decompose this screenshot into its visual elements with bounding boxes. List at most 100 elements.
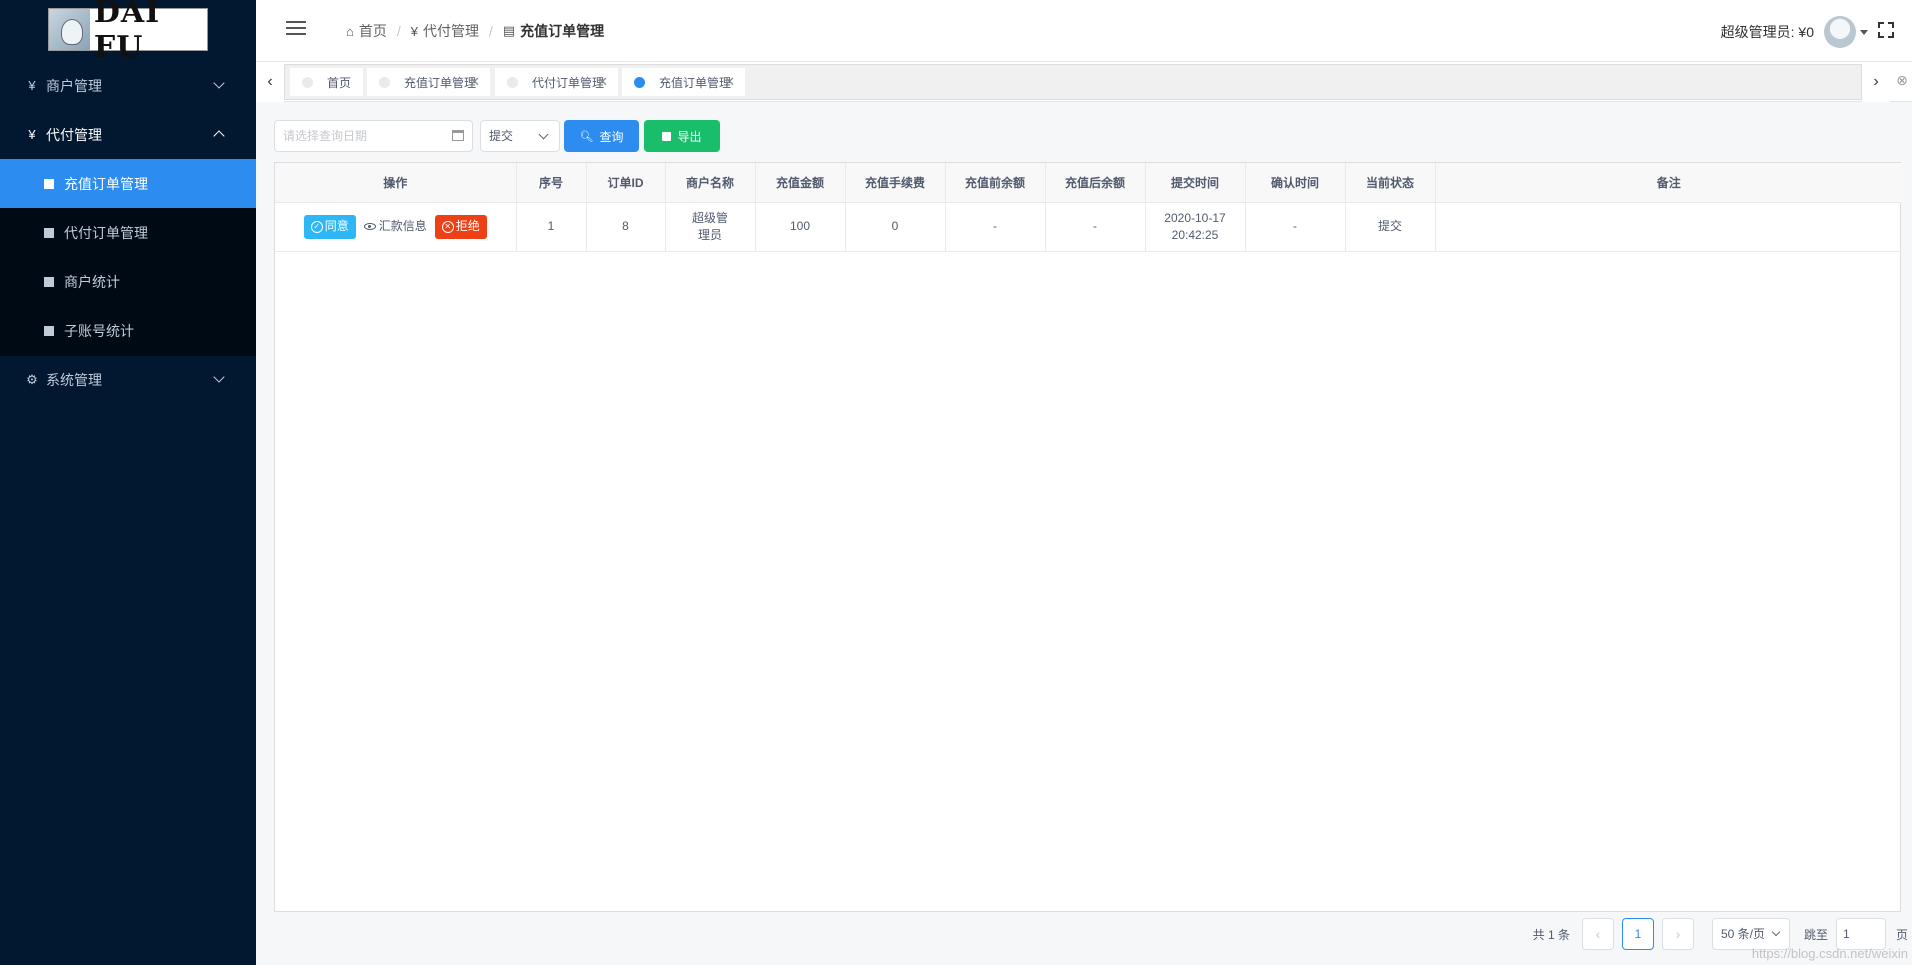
close-icon[interactable]: ✕: [469, 74, 480, 90]
tab-label: 充值订单管理: [404, 75, 477, 90]
column-header: 提交时间: [1145, 163, 1246, 203]
yen-icon: ¥: [28, 127, 36, 142]
cell-submit-time: 2020-10-17 20:42:25: [1145, 202, 1246, 252]
column-header: 充值后余额: [1045, 163, 1146, 203]
cell-confirm-time: -: [1245, 202, 1346, 252]
cell-amount: 100: [755, 202, 846, 252]
logo-text: DAI FU: [93, 0, 161, 65]
sidebar-item-label: 充值订单管理: [64, 175, 148, 192]
menu-label: 代付管理: [46, 126, 102, 143]
column-header: 商户名称: [665, 163, 756, 203]
yen-icon: ¥: [410, 23, 418, 39]
doc-icon: [44, 276, 54, 287]
approve-button[interactable]: ✓ 同意: [303, 214, 356, 239]
sidebar: DAI FU ¥ 商户管理 ¥ 代付管理 充值订单管理 代付订单管理 商户统计 …: [0, 0, 256, 965]
breadcrumb-separator: /: [488, 23, 493, 39]
home-icon: ⌂: [346, 23, 354, 39]
doc-icon: [44, 178, 54, 189]
page-number[interactable]: 1: [1621, 918, 1654, 950]
export-label: 导出: [677, 129, 702, 144]
cell-index: 1: [516, 202, 587, 252]
logo: DAI FU: [48, 0, 208, 65]
menu-payout-management[interactable]: ¥ 代付管理: [0, 110, 256, 159]
column-header: 当前状态: [1345, 163, 1436, 203]
eye-icon: [363, 223, 376, 230]
export-icon: [662, 131, 672, 141]
tab-dot: [379, 76, 390, 88]
table-row: ✓ 同意 汇款信息 ✕ 拒绝 1 8 超级管理员 100 0 - - 2020-…: [275, 202, 1902, 252]
chevron-down-icon: [538, 129, 549, 140]
breadcrumb-separator: /: [396, 23, 401, 39]
cell-fee: 0: [845, 202, 946, 252]
avatar[interactable]: [1824, 16, 1856, 48]
date-placeholder: 请选择查询日期: [283, 129, 368, 143]
close-icon[interactable]: ✕: [724, 74, 735, 90]
chevron-down-icon: [213, 371, 225, 383]
calendar-icon: [452, 130, 464, 141]
header: ⌂ 首页 / ¥ 代付管理 / ▤ 充值订单管理 超级管理员: ¥0: [256, 0, 1912, 62]
page-size-value: 50 条/页: [1720, 927, 1765, 941]
breadcrumb: ⌂ 首页 / ¥ 代付管理 / ▤ 充值订单管理: [346, 21, 604, 41]
approve-label: 同意: [324, 219, 349, 233]
breadcrumb-current: 充值订单管理: [520, 23, 605, 39]
logo-mascot-image: [49, 9, 90, 50]
page-unit-label: 页: [1895, 927, 1908, 942]
sidebar-item-subaccount-stats[interactable]: 子账号统计: [0, 306, 256, 355]
column-header: 操作: [275, 163, 517, 203]
breadcrumb-home[interactable]: 首页: [359, 21, 387, 41]
reject-label: 拒绝: [455, 219, 480, 233]
date-filter-input[interactable]: 请选择查询日期: [274, 120, 473, 152]
export-button[interactable]: 导出: [644, 120, 720, 152]
menu-toggle-icon[interactable]: [286, 21, 306, 35]
reject-button[interactable]: ✕ 拒绝: [434, 214, 487, 239]
close-icon[interactable]: ✕: [597, 74, 608, 90]
jump-label: 跳至: [1803, 927, 1828, 942]
user-menu[interactable]: 超级管理员: ¥0: [1721, 16, 1868, 48]
menu-system-management[interactable]: ⚙ 系统管理: [0, 355, 256, 404]
pagination-total: 共 1 条: [1532, 927, 1570, 942]
cell-merchant: 超级管理员: [665, 202, 756, 252]
table-header-row: 操作 序号 订单ID 商户名称 充值金额 充值手续费 充值前余额 充值后余额 提…: [275, 163, 1902, 203]
doc-icon: [44, 325, 54, 336]
tab-label: 首页: [327, 75, 352, 90]
remittance-info-button[interactable]: 汇款信息: [363, 215, 427, 239]
user-balance-label: 超级管理员: ¥0: [1720, 24, 1814, 40]
next-page-icon[interactable]: ›: [1661, 918, 1694, 950]
chevron-up-icon: [213, 130, 225, 142]
caret-down-icon[interactable]: [1860, 29, 1868, 35]
close-all-tabs-icon[interactable]: ⊗: [1892, 72, 1912, 92]
tab-payout-orders[interactable]: 代付订单管理 ✕: [495, 68, 618, 96]
menu-label: 商户管理: [46, 77, 102, 94]
status-select[interactable]: 提交: [480, 120, 560, 152]
sidebar-item-payout-orders[interactable]: 代付订单管理: [0, 208, 256, 257]
search-icon: 🔍︎: [579, 130, 594, 143]
tab-recharge-orders[interactable]: 充值订单管理 ✕: [367, 68, 490, 96]
sidebar-item-recharge-orders[interactable]: 充值订单管理: [0, 159, 256, 208]
cell-merchant-text: 超级管理员: [691, 210, 728, 242]
chevron-down-icon: [1771, 927, 1781, 937]
gear-icon: ⚙: [26, 371, 38, 387]
sidebar-item-label: 商户统计: [64, 273, 120, 290]
main-content: 请选择查询日期 提交 🔍︎ 查询 导出 操作 序号 订单ID 商户名称 充值金额…: [256, 102, 1912, 965]
tab-home[interactable]: 首页: [290, 68, 363, 96]
yen-icon: ¥: [28, 78, 36, 93]
fullscreen-icon[interactable]: [1878, 22, 1894, 38]
watermark: https://blog.csdn.net/weixin: [1751, 946, 1908, 961]
tab-label: 充值订单管理: [659, 75, 732, 90]
prev-page-icon[interactable]: ‹: [1581, 918, 1614, 950]
breadcrumb-payout[interactable]: 代付管理: [423, 21, 479, 41]
tab-scroll-right-icon[interactable]: ›: [1862, 62, 1890, 102]
column-header: 充值前余额: [945, 163, 1046, 203]
tab-strip: 首页 充值订单管理 ✕ 代付订单管理 ✕ 充值订单管理 ✕: [284, 64, 1862, 100]
sidebar-item-merchant-stats[interactable]: 商户统计: [0, 257, 256, 306]
cell-submit-time-text: 2020-10-17 20:42:25: [1164, 210, 1226, 242]
tab-recharge-orders-active[interactable]: 充值订单管理 ✕: [622, 68, 745, 96]
sidebar-item-label: 子账号统计: [64, 322, 134, 339]
menu-merchant-management[interactable]: ¥ 商户管理: [0, 61, 256, 110]
tab-dot: [507, 76, 518, 88]
sidebar-item-label: 代付订单管理: [64, 224, 148, 241]
query-button[interactable]: 🔍︎ 查询: [564, 120, 639, 152]
menu-label: 系统管理: [46, 371, 102, 388]
tab-dot-active: [634, 76, 645, 88]
tab-scroll-left-icon[interactable]: ‹: [256, 62, 284, 102]
